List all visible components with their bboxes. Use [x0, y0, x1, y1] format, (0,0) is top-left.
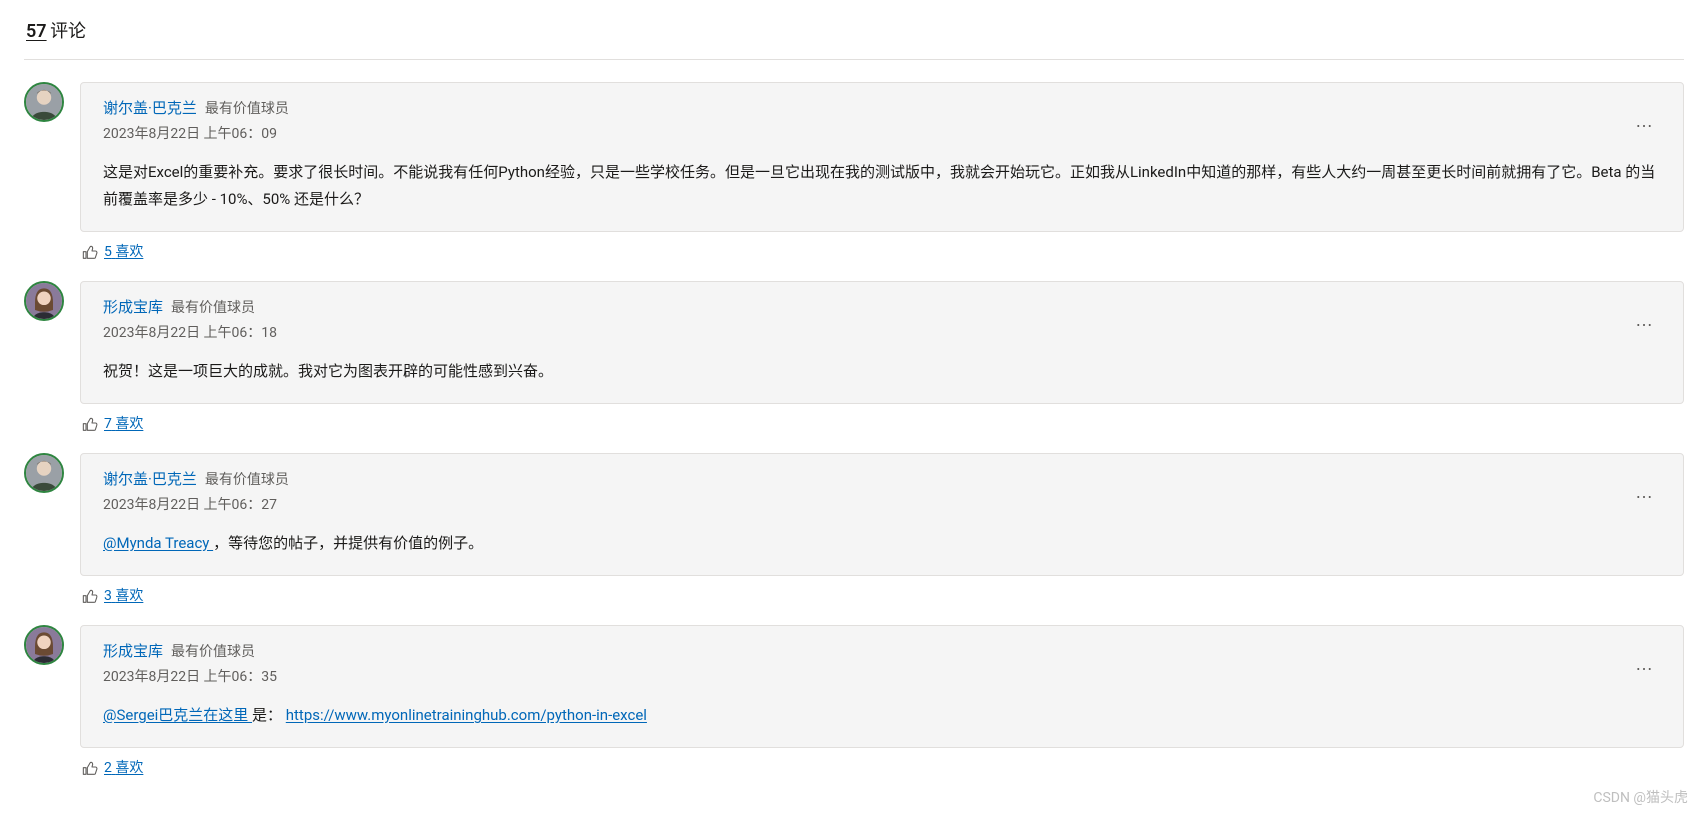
- like-bar: 5 喜欢: [82, 242, 1684, 263]
- comment: 谢尔盖·巴克兰最有价值球员 2023年8月22日 上午06：27 … @Mynda T…: [24, 453, 1684, 607]
- comment-header: 谢尔盖·巴克兰最有价值球员 2023年8月22日 上午06：09 …: [103, 97, 1661, 145]
- avatar[interactable]: [24, 625, 64, 665]
- comment-date: 2023年8月22日 上午06：18: [103, 323, 277, 344]
- thumbs-up-icon[interactable]: [82, 761, 98, 777]
- mention-link[interactable]: @Mynda Treacy: [103, 534, 213, 552]
- comment-body: @Sergei巴克兰在这里 是： https://www.myonlinetra…: [103, 702, 1661, 729]
- more-options-button[interactable]: …: [1629, 307, 1661, 333]
- comment-header: 谢尔盖·巴克兰最有价值球员 2023年8月22日 上午06：27 …: [103, 468, 1661, 516]
- comment-card: 谢尔盖·巴克兰最有价值球员 2023年8月22日 上午06：09 … 这是对Excel…: [80, 82, 1684, 232]
- like-link[interactable]: 5 喜欢: [104, 242, 143, 263]
- comment: 谢尔盖·巴克兰最有价值球员 2023年8月22日 上午06：09 … 这是对Excel…: [24, 82, 1684, 263]
- comment-text: 祝贺！这是一项巨大的成就。我对它为图表开辟的可能性感到兴奋。: [103, 362, 553, 380]
- avatar[interactable]: [24, 82, 64, 122]
- thumbs-up-icon[interactable]: [82, 417, 98, 433]
- thumbs-up-icon[interactable]: [82, 245, 98, 261]
- like-bar: 7 喜欢: [82, 414, 1684, 435]
- author-badge: 最有价值球员: [205, 99, 289, 120]
- comment-text: ，等待您的帖子，并提供有价值的例子。: [213, 534, 483, 552]
- author-badge: 最有价值球员: [171, 298, 255, 319]
- comment-author-line: 形成宝库最有价值球员: [103, 640, 277, 663]
- comment-card: 形成宝库最有价值球员 2023年8月22日 上午06：35 … @Sergei巴克兰在…: [80, 625, 1684, 748]
- like-link[interactable]: 3 喜欢: [104, 586, 143, 607]
- comment-body: 这是对Excel的重要补充。要求了很长时间。不能说我有任何Python经验，只是…: [103, 159, 1661, 213]
- like-label: 喜欢: [115, 244, 143, 260]
- watermark: CSDN @猫头虎: [1593, 788, 1688, 809]
- comment-date: 2023年8月22日 上午06：09: [103, 124, 289, 145]
- page: 57 评论 谢尔盖·巴克兰最有价值球员2023年8月22日 上午06：09…这是…: [0, 0, 1708, 819]
- like-bar: 3 喜欢: [82, 586, 1684, 607]
- like-label: 喜欢: [115, 588, 143, 604]
- comment: 形成宝库最有价值球员 2023年8月22日 上午06：35 … @Sergei巴克兰在…: [24, 625, 1684, 779]
- comment-text: 是：: [252, 706, 286, 724]
- more-options-button[interactable]: …: [1629, 651, 1661, 677]
- comment-body-column: 谢尔盖·巴克兰最有价值球员 2023年8月22日 上午06：09 … 这是对Excel…: [80, 82, 1684, 263]
- comment-card: 谢尔盖·巴克兰最有价值球员 2023年8月22日 上午06：27 … @Mynda T…: [80, 453, 1684, 576]
- external-link[interactable]: https://www.myonlinetraininghub.com/pyth…: [286, 706, 647, 724]
- comments-thread: 谢尔盖·巴克兰最有价值球员2023年8月22日 上午06：09…这是对Excel…: [24, 82, 1684, 779]
- like-count: 3: [104, 588, 112, 604]
- author-badge: 最有价值球员: [171, 642, 255, 663]
- comment-body-column: 谢尔盖·巴克兰最有价值球员 2023年8月22日 上午06：27 … @Mynda T…: [80, 453, 1684, 607]
- comments-label: 评论: [50, 21, 86, 42]
- comment-author-line: 谢尔盖·巴克兰最有价值球员: [103, 97, 289, 120]
- like-label: 喜欢: [115, 760, 143, 776]
- comment-header: 形成宝库最有价值球员 2023年8月22日 上午06：35 …: [103, 640, 1661, 688]
- author-link[interactable]: 谢尔盖·巴克兰: [103, 97, 197, 120]
- more-options-button[interactable]: …: [1629, 479, 1661, 505]
- like-count: 5: [104, 244, 112, 260]
- more-options-button[interactable]: …: [1629, 108, 1661, 134]
- mention-link[interactable]: @Sergei巴克兰在这里: [103, 706, 252, 724]
- comment-card: 形成宝库最有价值球员 2023年8月22日 上午06：18 … 祝贺！这是一项巨大的成…: [80, 281, 1684, 404]
- comment-body: @Mynda Treacy ，等待您的帖子，并提供有价值的例子。: [103, 530, 1661, 557]
- comment-body-column: 形成宝库最有价值球员 2023年8月22日 上午06：18 … 祝贺！这是一项巨大的成…: [80, 281, 1684, 435]
- comment-body-column: 形成宝库最有价值球员 2023年8月22日 上午06：35 … @Sergei巴克兰在…: [80, 625, 1684, 779]
- comment-header: 形成宝库最有价值球员 2023年8月22日 上午06：18 …: [103, 296, 1661, 344]
- author-badge: 最有价值球员: [205, 470, 289, 491]
- like-count: 2: [104, 760, 112, 776]
- comment-date: 2023年8月22日 上午06：27: [103, 495, 289, 516]
- thumbs-up-icon[interactable]: [82, 589, 98, 605]
- comments-header: 57 评论: [24, 18, 1684, 60]
- comment-text: 这是对Excel的重要补充。要求了很长时间。不能说我有任何Python经验，只是…: [103, 163, 1655, 208]
- avatar[interactable]: [24, 281, 64, 321]
- author-link[interactable]: 谢尔盖·巴克兰: [103, 468, 197, 491]
- like-bar: 2 喜欢: [82, 758, 1684, 779]
- like-label: 喜欢: [115, 416, 143, 432]
- comment: 形成宝库最有价值球员 2023年8月22日 上午06：18 … 祝贺！这是一项巨大的成…: [24, 281, 1684, 435]
- like-link[interactable]: 2 喜欢: [104, 758, 143, 779]
- author-link[interactable]: 形成宝库: [103, 640, 163, 663]
- comment-body: 祝贺！这是一项巨大的成就。我对它为图表开辟的可能性感到兴奋。: [103, 358, 1661, 385]
- like-link[interactable]: 7 喜欢: [104, 414, 143, 435]
- comments-count: 57: [26, 21, 47, 42]
- author-link[interactable]: 形成宝库: [103, 296, 163, 319]
- comment-date: 2023年8月22日 上午06：35: [103, 667, 277, 688]
- comment-author-line: 谢尔盖·巴克兰最有价值球员: [103, 468, 289, 491]
- avatar[interactable]: [24, 453, 64, 493]
- comment-author-line: 形成宝库最有价值球员: [103, 296, 277, 319]
- like-count: 7: [104, 416, 112, 432]
